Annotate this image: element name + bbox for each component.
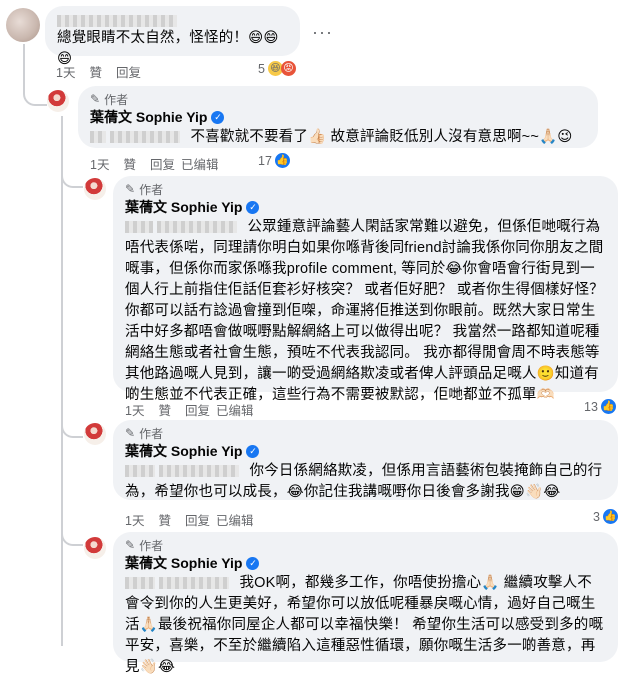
verified-icon: ✓ xyxy=(246,556,260,570)
like-button[interactable]: 贊 xyxy=(123,154,136,173)
more-options-icon[interactable]: ··· xyxy=(312,22,333,43)
reaction-count-value: 3 xyxy=(593,509,600,524)
pencil-icon: ✎ xyxy=(125,538,136,552)
blurred-mention xyxy=(125,221,153,234)
comment-bubble: ✎ 作者 葉蒨文 Sophie Yip ✓ 不喜歡就不要看了👍🏻 故意評論貶低別… xyxy=(78,86,598,148)
reaction-count-value: 17 xyxy=(258,153,272,168)
commenter-name-row: 葉蒨文 Sophie Yip ✓ xyxy=(125,441,606,461)
pencil-icon: ✎ xyxy=(125,426,136,440)
commenter-name[interactable] xyxy=(57,12,288,28)
comment-text-row: 你今日係網絡欺凌，但係用言語藝術包裝掩飾自己的行為，希望你也可以成長，😂你記住我… xyxy=(125,461,606,503)
reaction-count[interactable]: 13 👍 xyxy=(584,399,616,414)
like-reaction-icon: 👍 xyxy=(602,509,618,524)
comment-actions: 1天 贊 回复 已编辑 xyxy=(90,154,219,173)
reply-button[interactable]: 回复 xyxy=(116,62,141,81)
angry-reaction-icon: 😡 xyxy=(280,61,296,76)
blurred-mention xyxy=(157,221,238,234)
comment-bubble: ✎ 作者 葉蒨文 Sophie Yip ✓ 公眾鍾意評論藝人閑話家常難以避免，但… xyxy=(113,176,618,403)
comment-bubble: ✎ 作者 葉蒨文 Sophie Yip ✓ 我OK啊，都幾多工作，你唔使扮擔心🙏… xyxy=(113,532,618,675)
like-button[interactable]: 贊 xyxy=(158,510,171,529)
commenter-name[interactable]: 葉蒨文 Sophie Yip xyxy=(125,197,242,217)
avatar[interactable] xyxy=(84,423,106,445)
author-badge-row: ✎ 作者 xyxy=(125,537,606,553)
verified-icon: ✓ xyxy=(246,200,260,214)
commenter-name-row: 葉蒨文 Sophie Yip ✓ xyxy=(125,553,606,573)
commenter-name-row: 葉蒨文 Sophie Yip ✓ xyxy=(90,107,586,127)
edited-label[interactable]: 已编辑 xyxy=(181,154,219,173)
comment-text: 總覺眼睛不太自然，怪怪的！ xyxy=(57,30,249,46)
comment-bubble: ✎ 作者 葉蒨文 Sophie Yip ✓ 你今日係網絡欺凌，但係用言語藝術包裝… xyxy=(113,420,618,500)
commenter-name[interactable]: 葉蒨文 Sophie Yip xyxy=(125,553,242,573)
blurred-mention xyxy=(159,577,230,590)
comment-text: 公眾鍾意評論藝人閑話家常難以避免，但係佢哋嘅行為唔代表係啱，同理請你明白如果你喺… xyxy=(125,219,604,403)
author-badge-row: ✎ 作者 xyxy=(125,181,606,197)
comment-time[interactable]: 1天 xyxy=(90,154,109,173)
verified-icon: ✓ xyxy=(246,444,260,458)
comment-text: 不喜歡就不要看了👍🏻 故意評論貶低別人沒有意思啊~~🙏🏻😉 xyxy=(190,129,573,145)
comment-bubble: 總覺眼睛不太自然，怪怪的！😄😄😄 xyxy=(45,6,300,67)
thread-connector xyxy=(61,420,83,438)
comment-text-row: 公眾鍾意評論藝人閑話家常難以避免，但係佢哋嘅行為唔代表係啱，同理請你明白如果你喺… xyxy=(125,217,606,406)
thread-connector xyxy=(61,528,83,546)
edited-label[interactable]: 已编辑 xyxy=(216,510,254,529)
avatar[interactable] xyxy=(47,90,69,112)
reaction-count[interactable]: 5 😆 😡 xyxy=(258,61,296,76)
blurred-mention xyxy=(159,465,240,478)
reaction-count-value: 5 xyxy=(258,61,265,76)
thread-connector xyxy=(23,88,47,106)
commenter-name[interactable]: 葉蒨文 Sophie Yip xyxy=(90,107,207,127)
like-reaction-icon: 👍 xyxy=(600,399,616,414)
like-reaction-icon: 👍 xyxy=(274,153,290,168)
comment-actions: 1天 贊 回复 xyxy=(56,62,141,81)
avatar[interactable] xyxy=(84,178,106,200)
commenter-name-row: 葉蒨文 Sophie Yip ✓ xyxy=(125,197,606,217)
blurred-mention xyxy=(125,577,155,590)
author-badge: 作者 xyxy=(104,92,129,107)
reply-button[interactable]: 回复 xyxy=(185,510,210,529)
commenter-name[interactable]: 葉蒨文 Sophie Yip xyxy=(125,441,242,461)
blurred-mention xyxy=(90,131,106,144)
author-badge: 作者 xyxy=(139,182,164,197)
comment-time[interactable]: 1天 xyxy=(125,400,144,419)
author-badge-row: ✎ 作者 xyxy=(90,91,586,107)
reply-button[interactable]: 回复 xyxy=(185,400,210,419)
blurred-mention xyxy=(125,465,155,478)
like-button[interactable]: 贊 xyxy=(158,400,171,419)
avatar[interactable] xyxy=(6,8,40,42)
reaction-count-value: 13 xyxy=(584,399,598,414)
like-button[interactable]: 贊 xyxy=(89,62,102,81)
verified-icon: ✓ xyxy=(211,110,225,124)
comment-time[interactable]: 1天 xyxy=(56,62,75,81)
author-badge: 作者 xyxy=(139,426,164,441)
author-badge-row: ✎ 作者 xyxy=(125,425,606,441)
reaction-count[interactable]: 17 👍 xyxy=(258,153,290,168)
thread-line xyxy=(23,44,25,92)
reaction-count[interactable]: 3 👍 xyxy=(593,509,618,524)
edited-label[interactable]: 已编辑 xyxy=(216,400,254,419)
avatar[interactable] xyxy=(84,537,106,559)
author-badge: 作者 xyxy=(139,538,164,553)
comment-actions: 1天 贊 回复 已编辑 xyxy=(125,400,254,419)
thread-connector xyxy=(61,170,83,188)
comment-actions: 1天 贊 回复 已编辑 xyxy=(125,510,254,529)
pencil-icon: ✎ xyxy=(125,182,136,196)
pencil-icon: ✎ xyxy=(90,92,101,106)
thread-line xyxy=(61,506,63,646)
comment-time[interactable]: 1天 xyxy=(125,510,144,529)
comment-text-row: 不喜歡就不要看了👍🏻 故意評論貶低別人沒有意思啊~~🙏🏻😉 xyxy=(90,127,586,148)
blurred-mention xyxy=(110,131,181,144)
comment-text-row: 我OK啊，都幾多工作，你唔使扮擔心🙏🏻 繼續攻擊人不會令到你的人生更美好，希望你… xyxy=(125,573,606,678)
comment-text: 我OK啊，都幾多工作，你唔使扮擔心🙏🏻 繼續攻擊人不會令到你的人生更美好，希望你… xyxy=(125,575,604,675)
reply-button[interactable]: 回复 xyxy=(150,154,175,173)
blurred-name xyxy=(57,14,177,27)
